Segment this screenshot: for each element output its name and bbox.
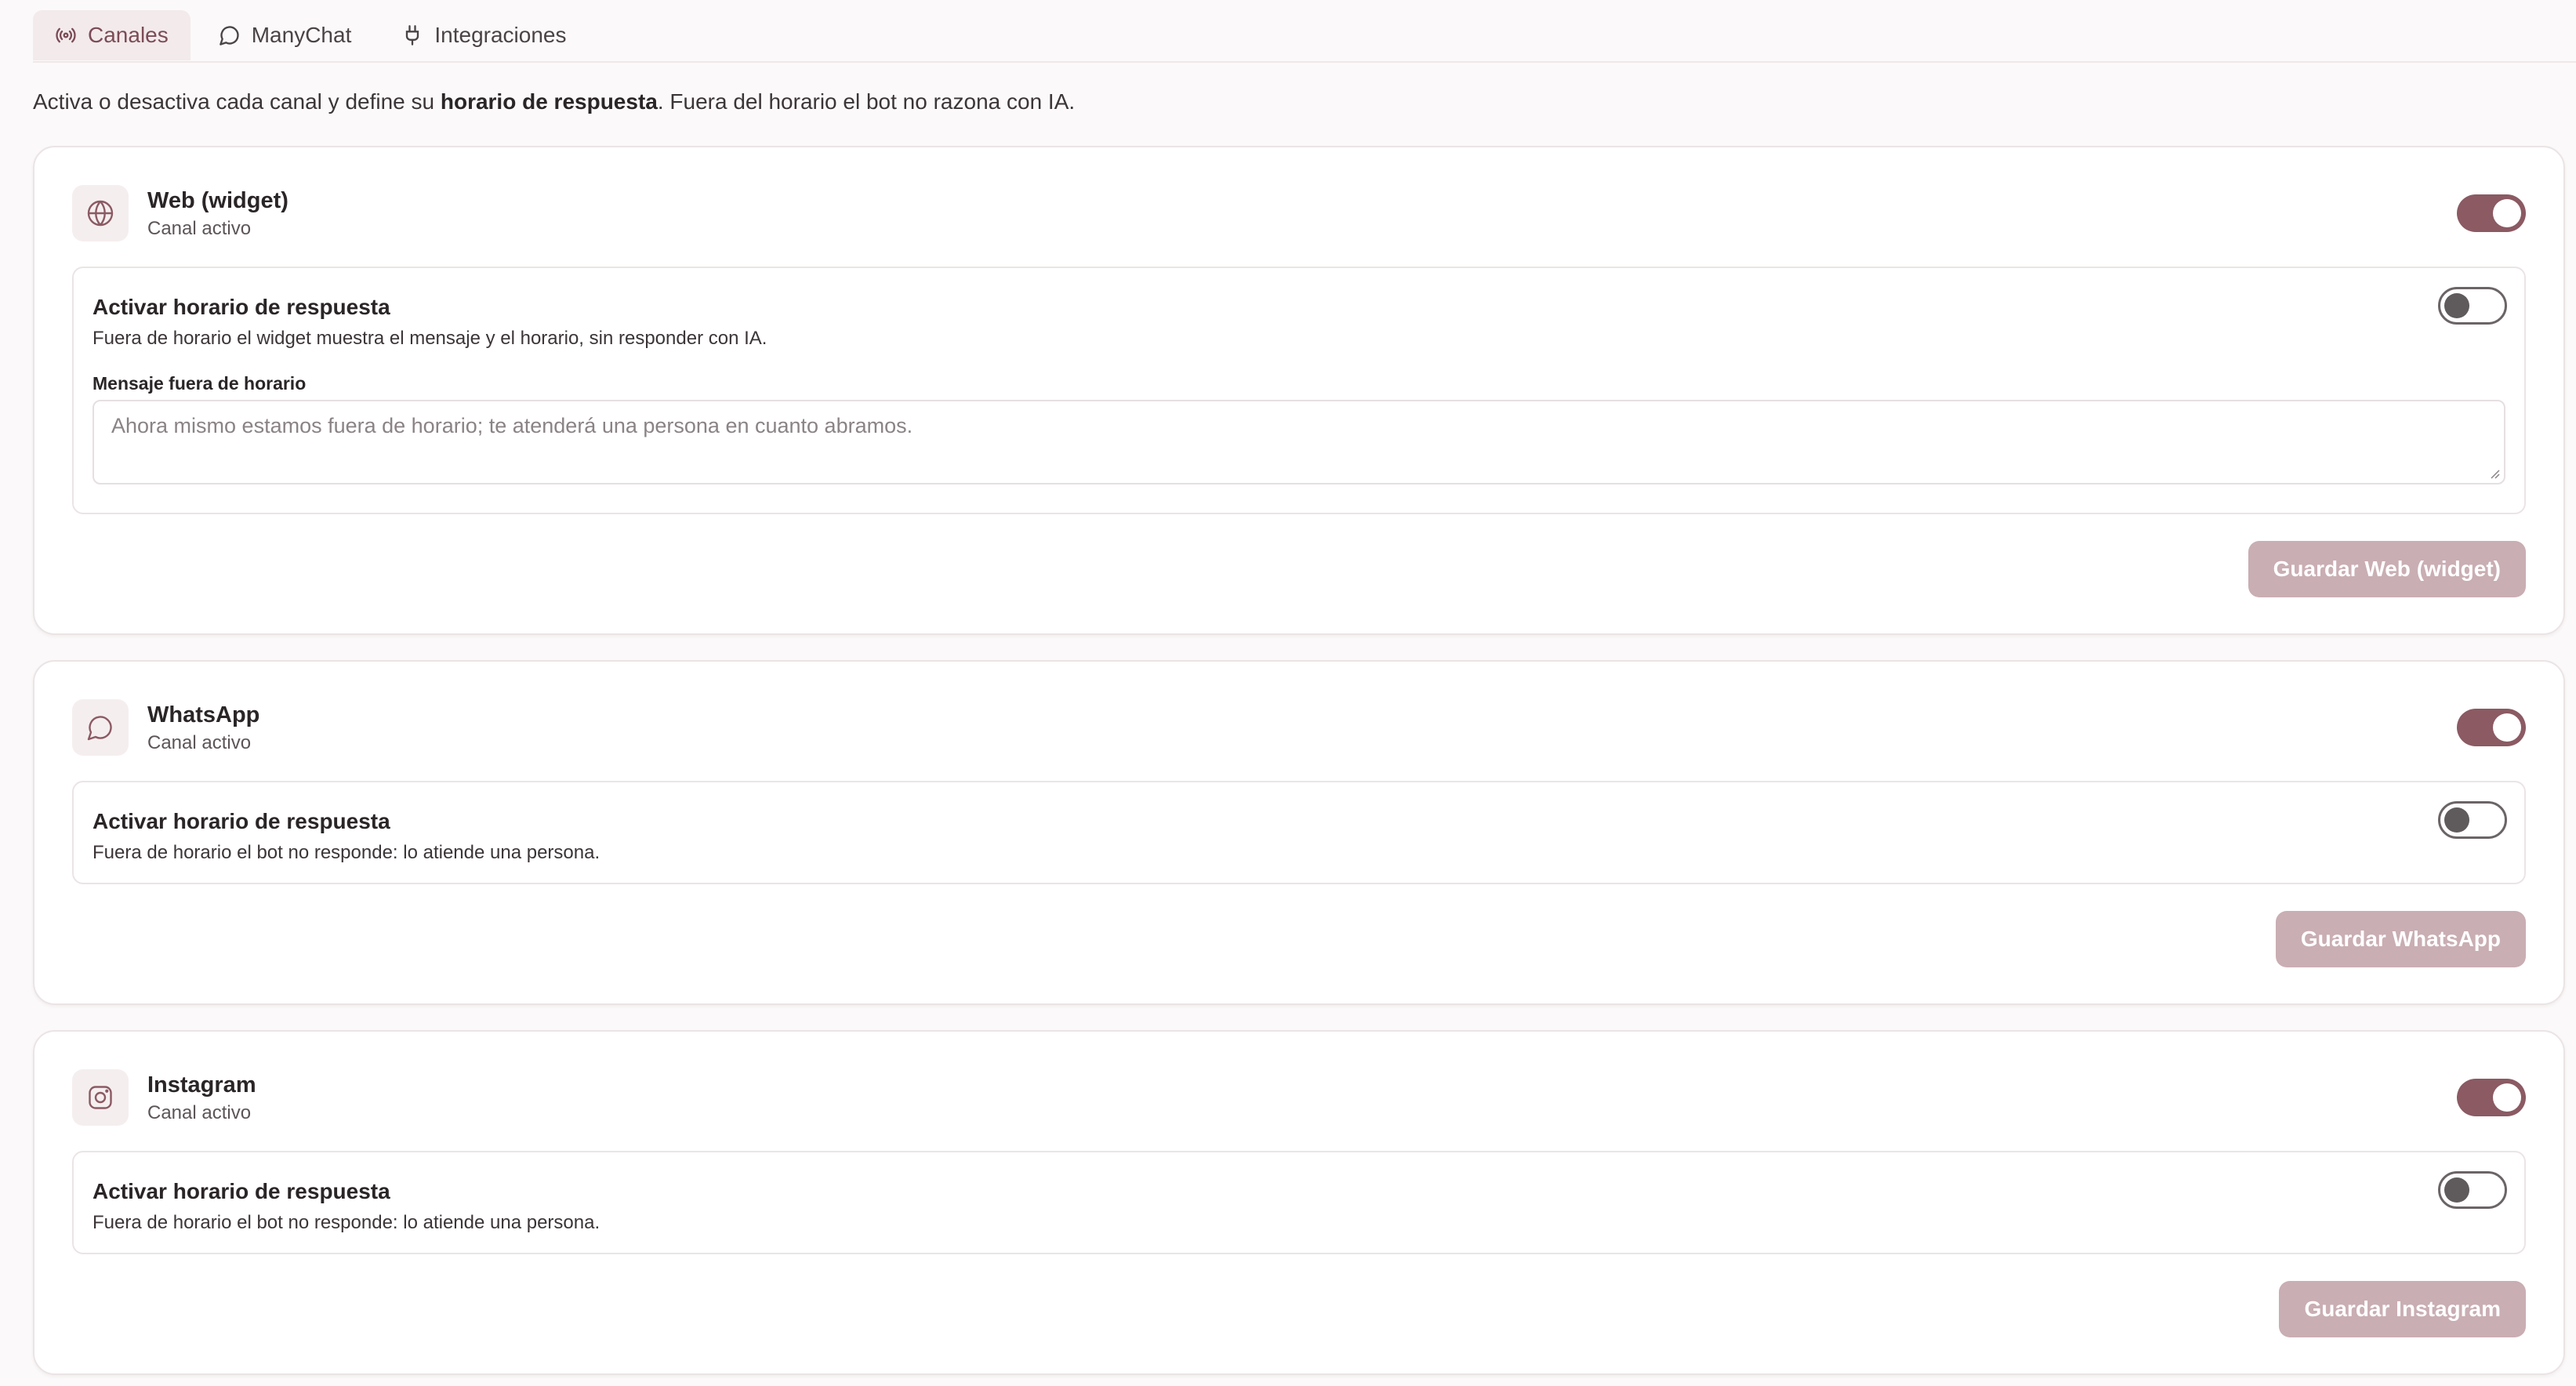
schedule-title: Activar horario de respuesta [93, 1179, 390, 1203]
channel-header: Web (widget) Canal activo [72, 185, 2526, 241]
save-web-widget-button[interactable]: Guardar Web (widget) [2248, 541, 2526, 597]
schedule-description: Fuera de horario el bot no responde: lo … [93, 1212, 600, 1233]
message-label: Mensaje fuera de horario [93, 373, 307, 394]
channel-name: Web (widget) [147, 188, 288, 213]
schedule-title: Activar horario de respuesta [93, 295, 390, 319]
channel-icon-box [72, 1069, 129, 1126]
chat-bubble-icon [219, 26, 239, 45]
tab-label: Canales [88, 23, 169, 47]
schedule-toggle[interactable] [2438, 1171, 2507, 1209]
channel-header: WhatsApp Canal activo [72, 699, 2526, 756]
channel-icon-box [72, 699, 129, 756]
channel-name: WhatsApp [147, 702, 260, 727]
schedule-panel: Activar horario de respuesta Fuera de ho… [72, 781, 2526, 884]
channel-card-whatsapp: WhatsApp Canal activo Activar horario de… [33, 660, 2565, 1005]
tab-label: Integraciones [434, 23, 567, 47]
channel-enabled-toggle[interactable] [2457, 194, 2526, 232]
instagram-icon [89, 1086, 112, 1109]
channel-enabled-toggle[interactable] [2457, 1079, 2526, 1116]
channel-status: Canal activo [147, 218, 252, 239]
channel-enabled-toggle[interactable] [2457, 709, 2526, 746]
save-instagram-button[interactable]: Guardar Instagram [2279, 1281, 2526, 1337]
off-hours-message-textarea[interactable]: Ahora mismo estamos fuera de horario; te… [93, 400, 2505, 484]
globe-icon [87, 200, 114, 227]
channel-card-web: Web (widget) Canal activo Activar horari… [33, 146, 2565, 635]
schedule-toggle[interactable] [2438, 801, 2507, 839]
chat-bubble-icon [87, 716, 112, 741]
channel-name: Instagram [147, 1072, 256, 1098]
channel-header: Instagram Canal activo [72, 1069, 2526, 1126]
tab-canales[interactable]: Canales [33, 10, 190, 60]
channel-card-instagram: Instagram Canal activo Activar horario d… [33, 1030, 2565, 1375]
schedule-panel: Activar horario de respuesta Fuera de ho… [72, 267, 2526, 514]
save-whatsapp-button[interactable]: Guardar WhatsApp [2275, 911, 2526, 967]
channel-status: Canal activo [147, 732, 252, 753]
schedule-description: Fuera de horario el bot no responde: lo … [93, 842, 600, 863]
tab-bar: Canales ManyChat Integraciones [33, 9, 2576, 63]
schedule-toggle[interactable] [2438, 287, 2507, 325]
plug-icon [406, 25, 419, 45]
textarea-placeholder: Ahora mismo estamos fuera de horario; te… [111, 414, 913, 437]
tab-label: ManyChat [251, 23, 352, 47]
resize-grip-icon[interactable] [2488, 467, 2501, 480]
intro-before: Activa o desactiva cada canal y define s… [33, 89, 441, 114]
schedule-panel: Activar horario de respuesta Fuera de ho… [72, 1151, 2526, 1254]
intro-after: . Fuera del horario el bot no razona con… [657, 89, 1076, 114]
radio-broadcast-icon [56, 27, 76, 43]
tab-integraciones[interactable]: Integraciones [379, 10, 588, 60]
tab-manychat[interactable]: ManyChat [197, 10, 374, 60]
schedule-title: Activar horario de respuesta [93, 809, 390, 833]
intro-text: Activa o desactiva cada canal y define s… [33, 89, 1075, 114]
intro-bold: horario de respuesta [440, 89, 658, 114]
channel-status: Canal activo [147, 1102, 252, 1123]
schedule-description: Fuera de horario el widget muestra el me… [93, 328, 767, 349]
channel-icon-box [72, 185, 129, 241]
